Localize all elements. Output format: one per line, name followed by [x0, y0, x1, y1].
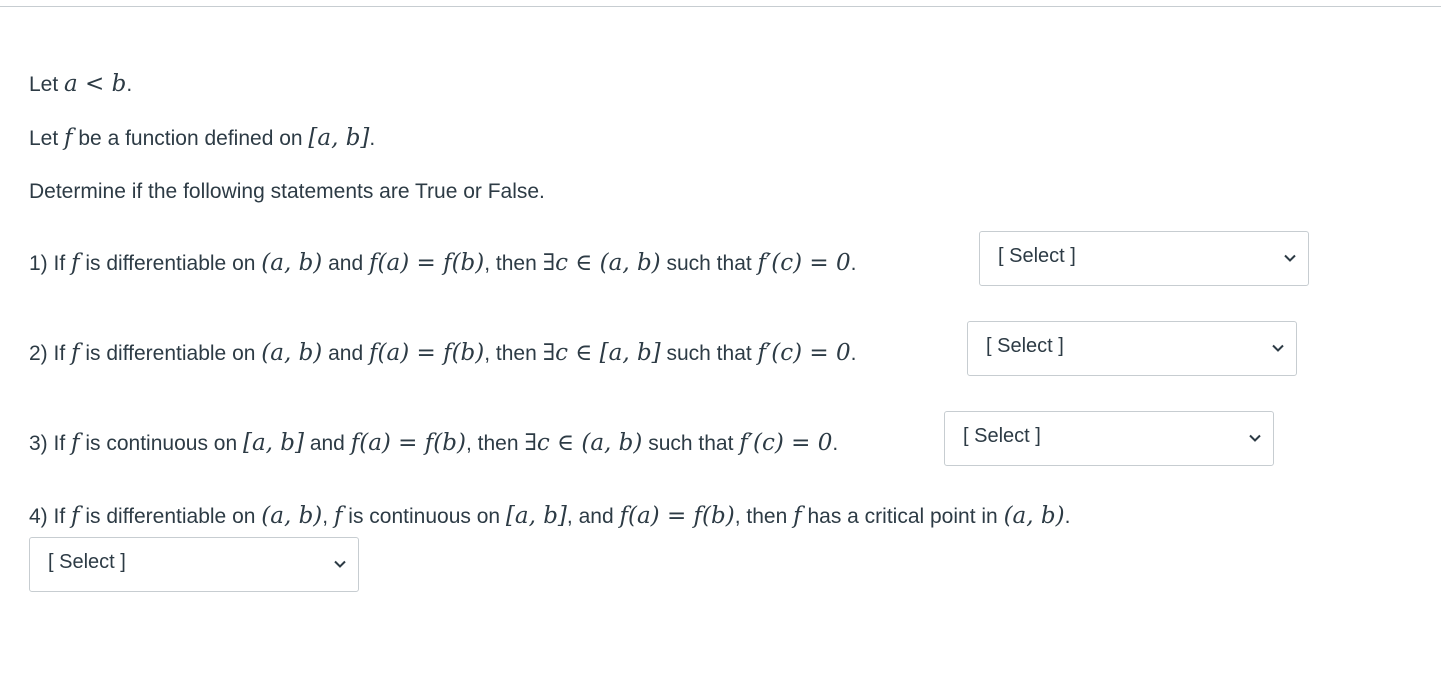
q4-t4: , and	[566, 505, 620, 528]
question-3-select[interactable]: [ Select ]	[944, 411, 1274, 466]
q2-t4: such that	[660, 342, 758, 365]
q2-t1: is differentiable on	[79, 342, 262, 365]
q3-m3: ∃c ∈ (a, b)	[524, 430, 643, 456]
question-2-select-label: [ Select ]	[986, 335, 1064, 357]
question-1-text: 1) If f is differentiable on (a, b) and …	[29, 249, 856, 278]
q3-num: 3) If	[29, 432, 72, 455]
q2-num: 2) If	[29, 342, 72, 365]
q3-m1: [a, b]	[242, 430, 304, 456]
q3-t5: .	[832, 432, 839, 455]
q1-t3: , then	[484, 252, 543, 275]
q1-m3: ∃c ∈ (a, b)	[542, 250, 661, 276]
q3-f: f	[71, 430, 80, 456]
intro-line-2: Let f be a function defined on [a, b].	[29, 124, 375, 153]
q1-num: 1) If	[29, 252, 72, 275]
question-3-text: 3) If f is continuous on [a, b] and f(a)…	[29, 429, 838, 458]
intro-line-1-math: a < b	[64, 71, 127, 97]
q3-m4: f′(c) = 0	[739, 430, 833, 456]
q2-m1: (a, b)	[261, 340, 323, 366]
q1-t5: .	[850, 252, 857, 275]
intro-line-2-mid: be a function defined on	[72, 127, 309, 150]
q2-t2: and	[322, 342, 369, 365]
q2-m2: f(a) = f(b)	[369, 340, 485, 366]
q2-t3: , then	[484, 342, 543, 365]
question-1-select[interactable]: [ Select ]	[979, 231, 1309, 286]
intro-line-1: Let a < b.	[29, 70, 132, 99]
chevron-down-icon	[1284, 254, 1296, 262]
chevron-down-icon	[1249, 434, 1261, 442]
q4-m1: (a, b)	[261, 503, 323, 529]
question-2-text: 2) If f is differentiable on (a, b) and …	[29, 339, 856, 368]
q4-num: 4) If	[29, 505, 72, 528]
q4-m3: f(a) = f(b)	[619, 503, 735, 529]
intro-line-1-prefix: Let	[29, 73, 65, 96]
q3-t4: such that	[642, 432, 740, 455]
intro-line-2-prefix: Let	[29, 127, 65, 150]
q4-t3: is continuous on	[342, 505, 506, 528]
q3-t1: is continuous on	[79, 432, 243, 455]
question-3-select-label: [ Select ]	[963, 425, 1041, 447]
chevron-down-icon	[334, 560, 346, 568]
q1-f: f	[71, 250, 80, 276]
top-divider	[0, 6, 1441, 7]
q1-t2: and	[322, 252, 369, 275]
q1-m2: f(a) = f(b)	[369, 250, 485, 276]
question-2-select[interactable]: [ Select ]	[967, 321, 1297, 376]
q3-t2: and	[303, 432, 351, 455]
intro-line-2-f: f	[64, 125, 73, 151]
question-4-text: 4) If f is differentiable on (a, b), f i…	[29, 502, 1070, 531]
intro-line-2-suffix: .	[369, 127, 376, 150]
q1-t1: is differentiable on	[79, 252, 262, 275]
q4-t2: ,	[322, 505, 334, 528]
question-4-select-label: [ Select ]	[48, 551, 126, 573]
q2-t5: .	[850, 342, 857, 365]
q2-m4: f′(c) = 0	[757, 340, 851, 366]
q4-t6: has a critical point in	[801, 505, 1004, 528]
question-4-select[interactable]: [ Select ]	[29, 537, 359, 592]
question-1-select-label: [ Select ]	[998, 245, 1076, 267]
q3-t3: , then	[465, 432, 525, 455]
q4-f: f	[71, 503, 80, 529]
q1-m4: f′(c) = 0	[757, 250, 851, 276]
q4-t5: , then	[734, 505, 794, 528]
intro-line-3: Determine if the following statements ar…	[29, 180, 545, 203]
q4-m4: (a, b)	[1003, 503, 1065, 529]
q4-t7: .	[1064, 505, 1071, 528]
q4-t1: is differentiable on	[79, 505, 262, 528]
q1-t4: such that	[660, 252, 758, 275]
chevron-down-icon	[1272, 344, 1284, 352]
q2-f: f	[71, 340, 80, 366]
q2-m3: ∃c ∈ [a, b]	[542, 340, 661, 366]
intro-line-2-interval: [a, b]	[308, 125, 370, 151]
q1-m1: (a, b)	[261, 250, 323, 276]
q4-m2: [a, b]	[505, 503, 567, 529]
intro-line-1-suffix: .	[126, 73, 133, 96]
q3-m2: f(a) = f(b)	[350, 430, 466, 456]
q4-f3: f	[793, 503, 802, 529]
